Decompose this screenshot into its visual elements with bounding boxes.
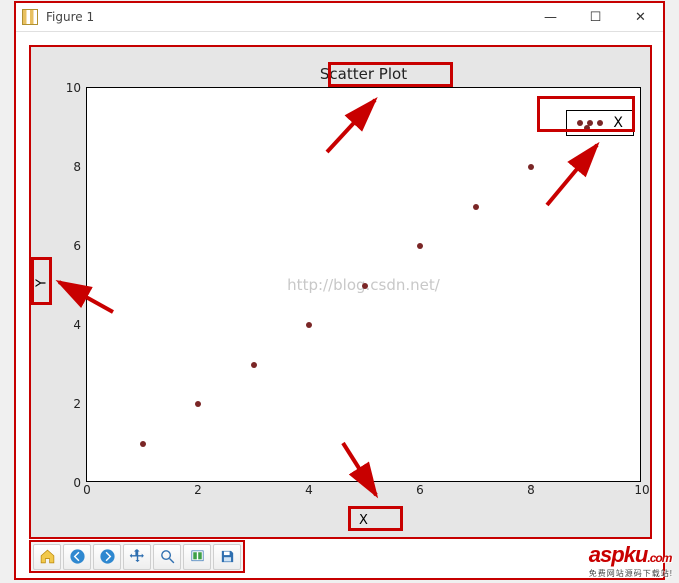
minimize-button[interactable]: — [528,3,573,31]
home-icon [39,548,56,565]
data-point [417,243,423,249]
forward-button[interactable] [93,544,121,570]
legend-marker-icon [577,120,583,126]
home-button[interactable] [33,544,61,570]
arrow-left-icon [69,548,86,565]
x-axis-label: X [359,513,368,528]
window-controls: — ☐ ✕ [528,3,663,31]
data-point [584,125,590,131]
plot-canvas: Scatter Plot http://blog.csdn.net/ X 024… [29,45,652,539]
titlebar: Figure 1 — ☐ ✕ [16,3,663,32]
legend[interactable]: X [566,110,634,136]
configure-button[interactable] [183,544,211,570]
data-point [251,362,257,368]
x-tick-label: 10 [634,483,649,497]
back-button[interactable] [63,544,91,570]
window-title: Figure 1 [46,10,528,24]
brand-watermark: aspku.com 免费网站源码下载站! [589,542,673,579]
legend-marker-icon [597,120,603,126]
brand-suffix: .com [647,551,671,565]
y-axis-label: Y [35,279,50,287]
x-tick-label: 0 [83,483,91,497]
y-tick-label: 2 [73,397,81,411]
highlight-xlabel [348,506,403,531]
close-button[interactable]: ✕ [618,3,663,31]
legend-label: X [613,115,623,131]
zoom-icon [159,548,176,565]
data-point [473,204,479,210]
move-icon [129,548,146,565]
data-point [362,283,368,289]
plot-title: Scatter Plot [320,65,407,83]
x-tick-label: 4 [305,483,313,497]
plot-area[interactable]: http://blog.csdn.net/ X 02468100246810 [86,87,641,482]
x-tick-label: 6 [416,483,424,497]
data-point [306,322,312,328]
axes: Scatter Plot http://blog.csdn.net/ X 024… [86,73,641,493]
y-tick-label: 0 [73,476,81,490]
y-tick-label: 10 [66,81,81,95]
data-point [528,164,534,170]
figure-window: Figure 1 — ☐ ✕ Scatter Plot http://blog.… [14,1,665,580]
maximize-button[interactable]: ☐ [573,3,618,31]
y-tick-label: 4 [73,318,81,332]
nav-toolbar [29,540,245,573]
brand-name: aspku [589,542,648,567]
data-point [195,401,201,407]
x-tick-label: 8 [527,483,535,497]
y-tick-label: 6 [73,239,81,253]
zoom-button[interactable] [153,544,181,570]
brand-tagline: 免费网站源码下载站! [589,568,673,579]
save-button[interactable] [213,544,241,570]
matplotlib-icon [22,9,38,25]
data-point [140,441,146,447]
arrow-right-icon [99,548,116,565]
y-tick-label: 8 [73,160,81,174]
configure-icon [189,548,206,565]
save-icon [219,548,236,565]
x-tick-label: 2 [194,483,202,497]
pan-button[interactable] [123,544,151,570]
